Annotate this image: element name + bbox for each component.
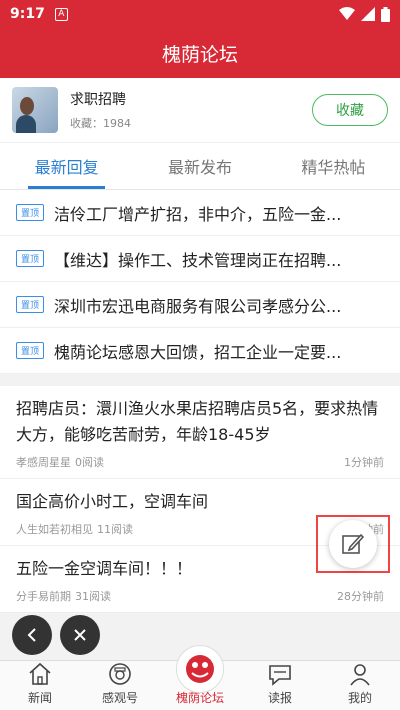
nav-forum[interactable]: 槐荫论坛: [160, 645, 240, 710]
nav-label: 读报: [267, 691, 292, 705]
post-title: 国企高价小时工，空调车间: [16, 492, 209, 511]
forum-fav-count: 收藏：1984: [70, 117, 131, 130]
app-bar: 槐荫论坛: [0, 28, 400, 78]
compose-button[interactable]: [329, 520, 377, 568]
pinned-title: 【维达】操作工、技术管理岗正在招聘...: [54, 250, 342, 270]
pinned-title: 槐荫论坛感恩大回馈，招工企业一定要...: [54, 342, 342, 362]
post-list: 招聘店员：澴川渔火水果店招聘店员5名，要求热情大方，能够吃苦耐劳，年龄18-45…: [0, 386, 400, 613]
pinned-item[interactable]: 置顶 洁伶工厂增产扩招，非中介，五险一金...: [0, 190, 400, 236]
post-reads: 11阅读: [97, 523, 133, 536]
post-meta: 孝感周星星 0阅读 1分钟前: [16, 454, 384, 470]
post-item[interactable]: 招聘店员：澴川渔火水果店招聘店员5名，要求热情大方，能够吃苦耐劳，年龄18-45…: [0, 386, 400, 479]
post-meta: 分手易前期 31阅读 28分钟前: [16, 588, 384, 604]
nav-read-paper[interactable]: 读报: [240, 661, 320, 710]
nav-news[interactable]: 新闻: [0, 661, 80, 710]
tab-latest-posts[interactable]: 最新发布: [133, 143, 266, 189]
person-icon: [350, 664, 370, 686]
post-reads: 0阅读: [75, 456, 104, 469]
signal-icon: [361, 7, 375, 21]
notification-icon: A: [54, 7, 68, 21]
pinned-item[interactable]: 置顶 【维达】操作工、技术管理岗正在招聘...: [0, 236, 400, 282]
post-time: 28分钟前: [337, 590, 384, 603]
nav-label: 我的: [347, 691, 372, 705]
close-button[interactable]: [60, 615, 100, 655]
status-time: 9:17: [10, 6, 45, 22]
back-button[interactable]: [12, 615, 52, 655]
tab-latest-replies[interactable]: 最新回复: [0, 143, 133, 189]
bottom-nav: 新闻 感观号 槐荫论坛 读报 我的: [0, 645, 400, 710]
pinned-title: 洁伶工厂增产扩招，非中介，五险一金...: [54, 204, 342, 224]
post-time: 1分钟前: [344, 456, 384, 469]
edit-icon: [342, 533, 365, 554]
forum-logo-icon: [176, 645, 224, 693]
pinned-item[interactable]: 置顶 槐荫论坛感恩大回馈，招工企业一定要...: [0, 328, 400, 374]
post-author: 分手易前期: [16, 590, 71, 603]
forum-header: 求职招聘 收藏：1984 收藏: [0, 78, 400, 142]
pinned-title: 深圳市宏迅电商服务有限公司孝感分公...: [54, 296, 342, 316]
post-author: 人生如若初相见: [16, 523, 93, 536]
nav-label: 新闻: [27, 691, 52, 705]
pinned-badge: 置顶: [16, 342, 45, 359]
post-author: 孝感周星星: [16, 456, 71, 469]
wifi-icon: [339, 7, 355, 20]
favorite-button[interactable]: 收藏: [312, 94, 388, 126]
battery-icon: [381, 6, 390, 22]
status-indicators: [339, 6, 390, 22]
pinned-item[interactable]: 置顶 深圳市宏迅电商服务有限公司孝感分公...: [0, 282, 400, 328]
forum-info: 求职招聘 收藏：1984: [70, 89, 131, 131]
post-title: 招聘店员：澴川渔火水果店招聘店员5名，要求热情大方，能够吃苦耐劳，年龄18-45…: [16, 399, 379, 444]
post-reads: 31阅读: [75, 590, 111, 603]
pinned-list: 置顶 洁伶工厂增产扩招，非中介，五险一金... 置顶 【维达】操作工、技术管理岗…: [0, 190, 400, 374]
chevron-left-icon: [27, 628, 36, 642]
house-icon: [29, 662, 51, 685]
tab-featured[interactable]: 精华热帖: [267, 143, 400, 189]
page-title: 槐荫论坛: [161, 43, 238, 66]
status-bar: 9:17 A: [0, 0, 400, 28]
camera-circle-icon: [109, 663, 131, 685]
nav-label: 感观号: [101, 691, 138, 705]
forum-name: 求职招聘: [70, 92, 126, 108]
pinned-badge: 置顶: [16, 204, 45, 221]
forum-avatar[interactable]: [12, 87, 58, 133]
nav-ganguan[interactable]: 感观号: [80, 661, 160, 710]
tab-bar: 最新回复 最新发布 精华热帖: [0, 142, 400, 190]
nav-mine[interactable]: 我的: [320, 661, 400, 710]
pinned-badge: 置顶: [16, 296, 45, 313]
compose-fab-highlight: [316, 515, 390, 573]
chat-bubble-icon: [269, 665, 291, 686]
pinned-badge: 置顶: [16, 250, 45, 267]
close-icon: [74, 629, 86, 641]
